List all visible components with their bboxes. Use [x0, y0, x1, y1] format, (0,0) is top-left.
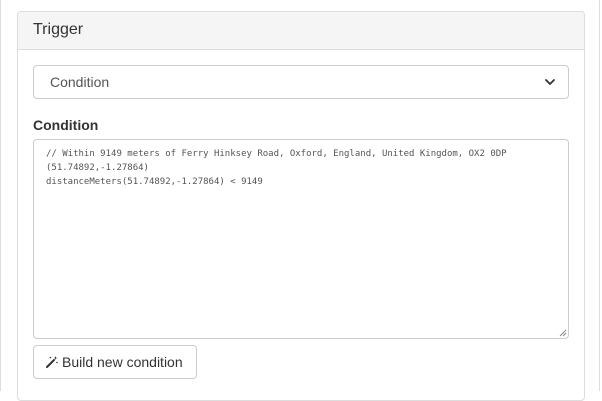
- resize-handle-icon[interactable]: [557, 327, 567, 337]
- condition-code: // Within 9149 meters of Ferry Hinksey R…: [46, 149, 507, 187]
- magic-wand-icon: [45, 355, 59, 369]
- chevron-down-icon: [544, 76, 556, 88]
- condition-label: Condition: [33, 117, 99, 133]
- trigger-panel: Trigger Condition Condition // Within 91…: [17, 11, 585, 401]
- condition-textarea[interactable]: // Within 9149 meters of Ferry Hinksey R…: [33, 139, 569, 339]
- trigger-type-select[interactable]: Condition: [33, 65, 569, 99]
- panel-heading: Trigger: [18, 12, 584, 50]
- build-new-condition-button[interactable]: Build new condition: [33, 345, 197, 379]
- build-new-condition-label: Build new condition: [62, 354, 183, 370]
- panel-title: Trigger: [33, 21, 84, 38]
- trigger-type-selected-value: Condition: [50, 74, 110, 90]
